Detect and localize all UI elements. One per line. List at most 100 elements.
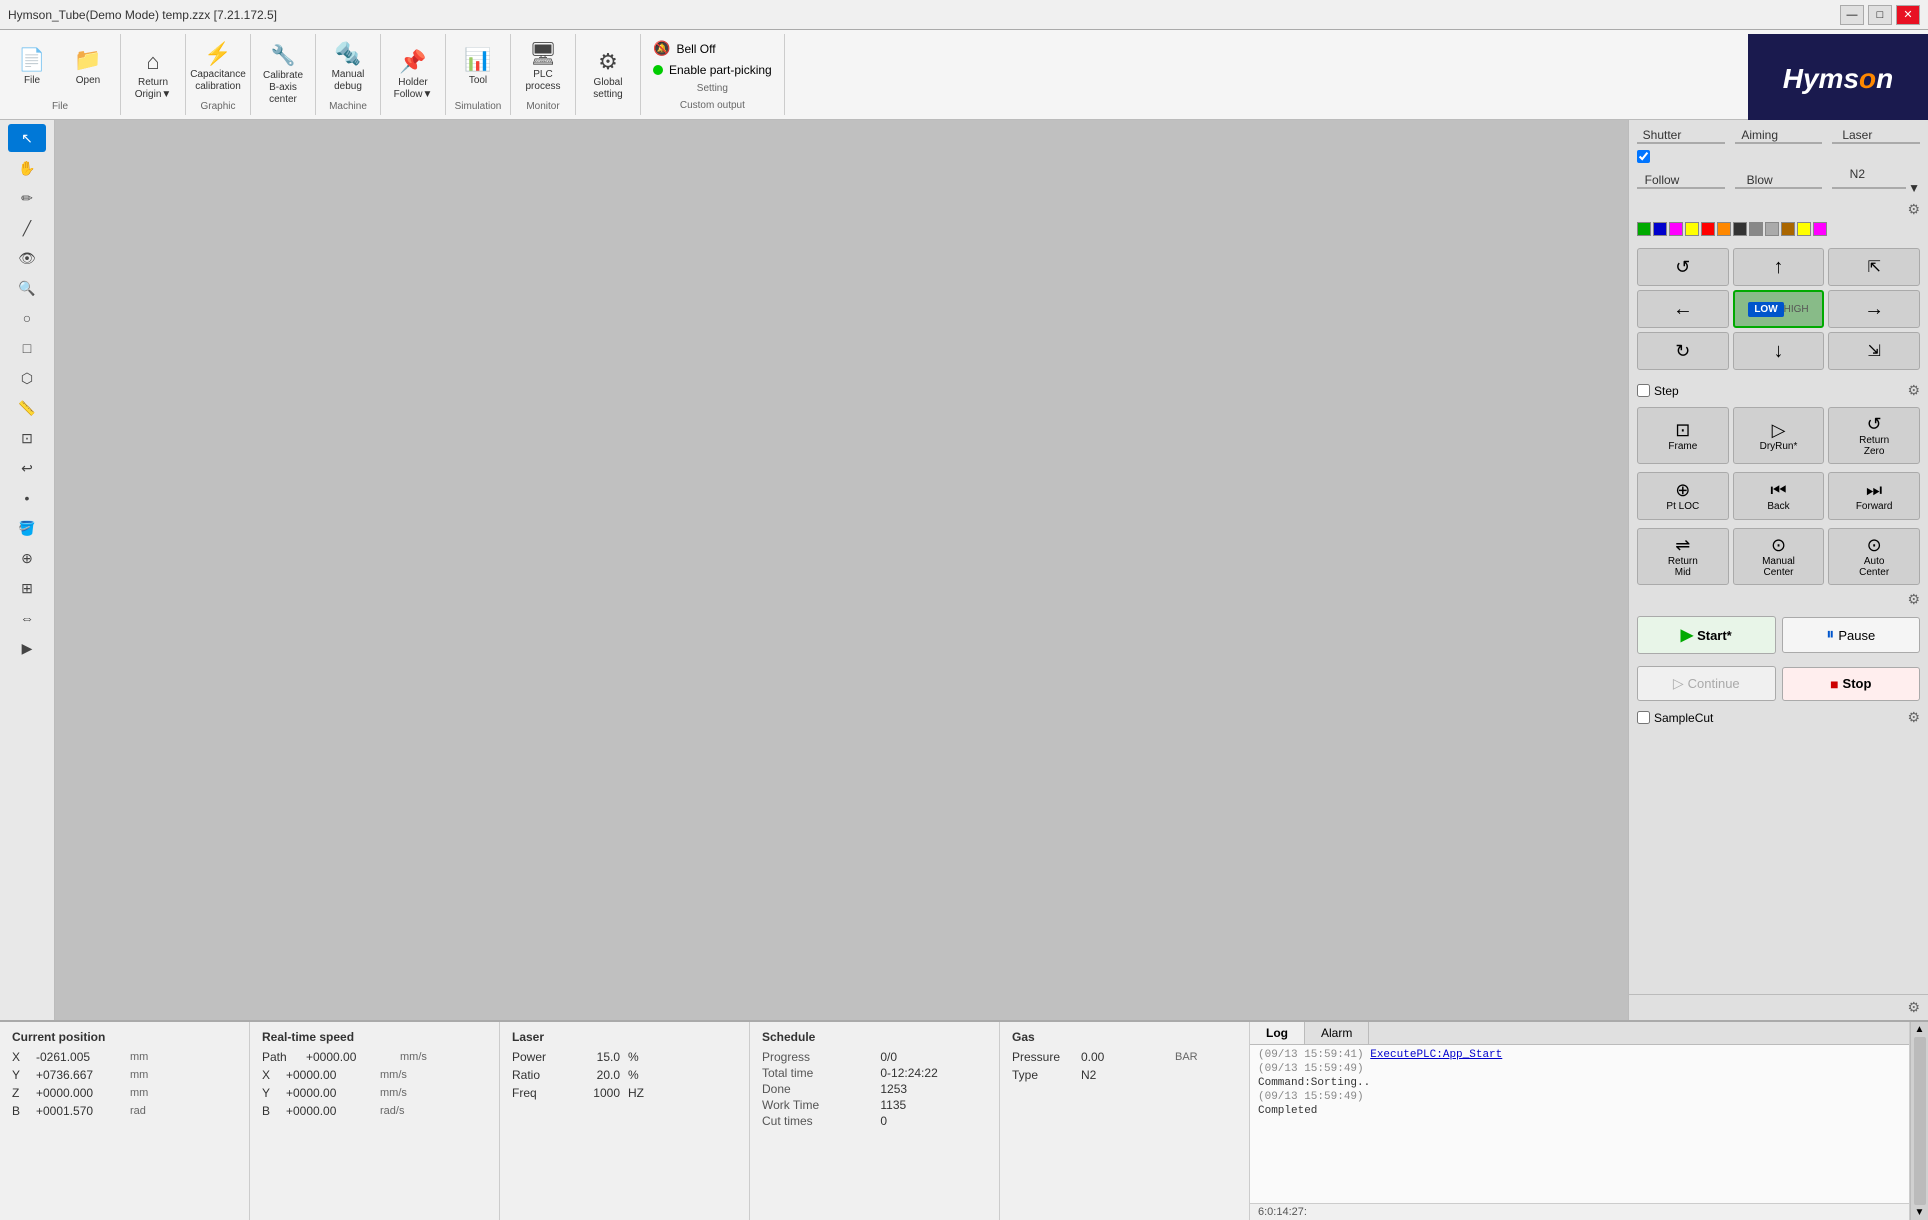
tool-polygon[interactable]: ⬡ (8, 364, 46, 392)
laser-group: Laser (1832, 128, 1920, 144)
back-button[interactable]: ⏮ Back (1733, 472, 1825, 520)
freq-value: 1000 (565, 1086, 620, 1100)
swatch-magenta2[interactable] (1813, 222, 1827, 236)
tool-button[interactable]: 📊 Tool (452, 37, 504, 97)
start-button[interactable]: ▶ Start* (1637, 616, 1776, 654)
start-play-icon: ▶ (1681, 625, 1693, 645)
return-origin-button[interactable]: ⌂ ReturnOrigin▼ (127, 45, 179, 105)
tool-cursor[interactable]: ↖ (8, 124, 46, 152)
close-button[interactable]: ✕ (1896, 5, 1920, 25)
n2-dropdown-icon[interactable]: ▼ (1908, 181, 1920, 195)
tool-circle[interactable]: ○ (8, 304, 46, 332)
stop-button[interactable]: ■ Stop (1782, 667, 1921, 701)
right-panel-bottom: ⚙ (1629, 994, 1928, 1020)
move-down-button[interactable]: ↓ (1733, 332, 1825, 370)
alarm-tab[interactable]: Alarm (1305, 1022, 1369, 1044)
tool-hand[interactable]: ✋ (8, 154, 46, 182)
tool-select-rect[interactable]: ⊡ (8, 424, 46, 452)
new-file-button[interactable]: 📄 File (6, 37, 58, 97)
tool-line[interactable]: ╱ (8, 214, 46, 242)
swatch-yellow2[interactable] (1797, 222, 1811, 236)
move-up-right-button[interactable]: ⇱ (1828, 248, 1920, 286)
swatch-magenta[interactable] (1669, 222, 1683, 236)
toolbar-group-capacitance: ⚡ Capacitancecalibration Graphic (186, 34, 251, 115)
laser-gear-icon[interactable]: ⚙ (1907, 201, 1920, 218)
swatch-dark[interactable] (1733, 222, 1747, 236)
frame-button[interactable]: ⊡ Frame (1637, 407, 1729, 464)
pause-icon: ⏸ (1826, 626, 1834, 644)
bell-off-item[interactable]: 🔕 Bell Off (653, 40, 772, 57)
manual-debug-button[interactable]: 🔩 Manualdebug (322, 37, 374, 97)
tool-pencil[interactable]: ✏ (8, 184, 46, 212)
dry-run-button[interactable]: ▷ DryRun* (1733, 407, 1825, 464)
manual-center-icon: ⊙ (1771, 535, 1786, 556)
swatch-green[interactable] (1637, 222, 1651, 236)
laser-status-title: Laser (512, 1030, 737, 1044)
sample-cut-checkbox[interactable] (1637, 711, 1650, 724)
swatch-orange[interactable] (1717, 222, 1731, 236)
tool-rect[interactable]: □ (8, 334, 46, 362)
rotate-ccw-button[interactable]: ↺ (1637, 248, 1729, 286)
minimize-button[interactable]: — (1840, 5, 1864, 25)
swatch-yellow[interactable] (1685, 222, 1699, 236)
x-speed-label: X (262, 1068, 282, 1082)
rotate-cw-button[interactable]: ↻ (1637, 332, 1729, 370)
pause-label: Pause (1838, 628, 1875, 643)
enable-part-picking-item[interactable]: Enable part-picking (653, 63, 772, 77)
auto-center-button[interactable]: ⊙ AutoCenter (1828, 528, 1920, 585)
scroll-up-btn[interactable]: ▲ (1915, 1024, 1925, 1035)
laser-checkbox[interactable] (1637, 150, 1650, 163)
continue-button[interactable]: ▷ Continue (1637, 666, 1776, 701)
log-link-1[interactable]: ExecutePLC:App_Start (1370, 1049, 1502, 1061)
tool-eye[interactable]: 👁 (8, 244, 46, 272)
step-gear-icon[interactable]: ⚙ (1907, 382, 1920, 399)
move-left-button[interactable]: ← (1637, 290, 1729, 328)
swatch-brown[interactable] (1781, 222, 1795, 236)
capacitance-button[interactable]: ⚡ Capacitancecalibration (192, 37, 244, 97)
swatch-red[interactable] (1701, 222, 1715, 236)
tool-weld[interactable]: ⊕ (8, 544, 46, 572)
sample-gear-icon[interactable]: ⚙ (1907, 709, 1920, 726)
manual-center-button[interactable]: ⊙ ManualCenter (1733, 528, 1825, 585)
right-panel-gear-icon[interactable]: ⚙ (1907, 999, 1920, 1016)
plc-process-button[interactable]: 🖥 PLCprocess (517, 37, 569, 97)
action-gear-icon[interactable]: ⚙ (1907, 591, 1920, 608)
scroll-down-btn[interactable]: ▼ (1915, 1207, 1925, 1218)
maximize-button[interactable]: □ (1868, 5, 1892, 25)
tool-fill[interactable]: 🪣 (8, 514, 46, 542)
tool-arrows[interactable]: ⇔ (8, 604, 46, 632)
tool-snap[interactable]: ⊞ (8, 574, 46, 602)
pt-loc-button[interactable]: ⊕ Pt LOC (1637, 472, 1729, 520)
bell-off-icon: 🔕 (653, 40, 670, 57)
toolbar-group-tool: 📊 Tool Simulation (446, 34, 511, 115)
step-checkbox[interactable] (1637, 384, 1650, 397)
file-group-label: File (52, 101, 68, 112)
low-high-button[interactable]: LOW HIGH (1733, 290, 1825, 328)
move-right-button[interactable]: → (1828, 290, 1920, 328)
swatch-blue[interactable] (1653, 222, 1667, 236)
tool-undo[interactable]: ↩ (8, 454, 46, 482)
holder-follow-button[interactable]: 📌 HolderFollow▼ (387, 45, 439, 105)
open-file-button[interactable]: 📁 Open (62, 37, 114, 97)
move-down-right-button[interactable]: ⇲ (1828, 332, 1920, 370)
y-speed-row: Y +0000.00 mm/s (262, 1086, 487, 1100)
global-setting-button[interactable]: ⚙ Globalsetting (582, 45, 634, 105)
green-dot-icon (653, 65, 663, 75)
calibrate-button[interactable]: 🔧 CalibrateB-axis center (257, 45, 309, 105)
sample-cut-group: SampleCut (1637, 711, 1713, 725)
move-up-button[interactable]: ↑ (1733, 248, 1825, 286)
forward-button[interactable]: ⏭ Forward (1828, 472, 1920, 520)
return-mid-button[interactable]: ⇌ ReturnMid (1637, 528, 1729, 585)
swatch-gray[interactable] (1749, 222, 1763, 236)
tool-dot[interactable]: • (8, 484, 46, 512)
log-tab[interactable]: Log (1250, 1022, 1305, 1044)
tool-zoom[interactable]: 🔍 (8, 274, 46, 302)
forward-label: Forward (1856, 501, 1893, 512)
return-zero-button[interactable]: ↺ ReturnZero (1828, 407, 1920, 464)
tool-measure[interactable]: 📏 (8, 394, 46, 422)
pause-button[interactable]: ⏸ Pause (1782, 617, 1921, 653)
swatch-lightgray[interactable] (1765, 222, 1779, 236)
tool-more[interactable]: ▶ (8, 634, 46, 662)
plc-label: PLCprocess (525, 69, 560, 93)
aiming-group: Aiming (1735, 128, 1823, 144)
